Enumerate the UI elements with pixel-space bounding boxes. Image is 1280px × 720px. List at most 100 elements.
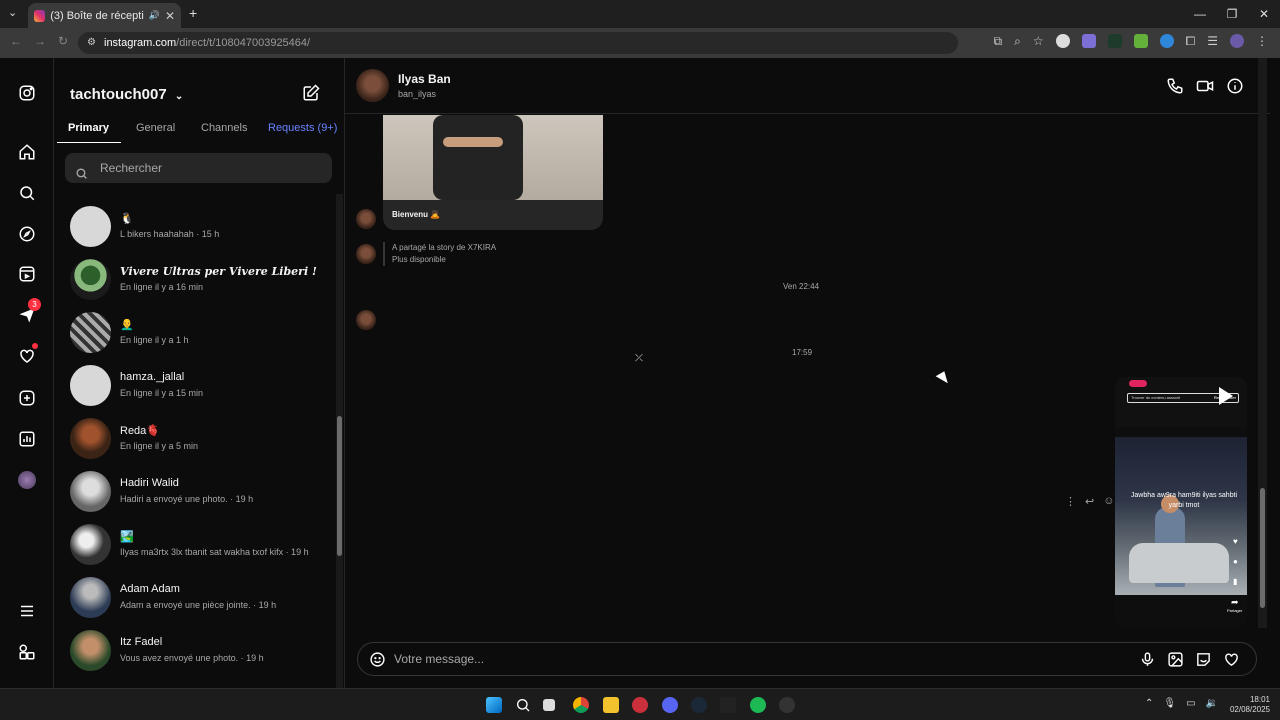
account-switcher[interactable]: tachtouch007 ⌄	[70, 86, 183, 103]
info-icon[interactable]	[1226, 77, 1244, 100]
conversation-name: Reda🫀	[120, 425, 160, 437]
conversation-item[interactable]: Itz Fadel Vous avez envoyé une photo. · …	[54, 624, 334, 677]
reply-icon[interactable]: ↩	[1085, 495, 1094, 508]
reels-icon[interactable]	[16, 263, 38, 285]
expand-icon[interactable]: ⤫	[635, 353, 643, 364]
scrollbar-thumb[interactable]	[1260, 488, 1265, 608]
extension-icon[interactable]	[1081, 34, 1096, 48]
extension-icon[interactable]	[1055, 34, 1070, 48]
like-icon: ♥	[1233, 537, 1238, 546]
app-icon[interactable]	[720, 697, 736, 713]
timestamp: Ven 22:44	[783, 282, 820, 291]
new-message-icon[interactable]	[302, 84, 320, 107]
conversation-item[interactable]: Reda🫀 En ligne il y a 5 min	[54, 412, 334, 465]
task-view-icon[interactable]	[543, 699, 555, 711]
bookmark-star-icon[interactable]: ☆	[1033, 34, 1044, 49]
search-icon[interactable]	[515, 697, 531, 713]
instagram-favicon-icon	[34, 9, 46, 22]
microphone-icon[interactable]	[1139, 651, 1156, 673]
composer-actions	[1139, 651, 1240, 673]
home-icon[interactable]	[16, 141, 38, 163]
conversation-item[interactable]: 👨‍🦲 En ligne il y a 1 h	[54, 306, 334, 359]
app-icon[interactable]	[632, 697, 648, 713]
site-info-icon[interactable]: ⚙	[87, 32, 96, 54]
image-icon[interactable]	[1167, 651, 1184, 673]
maximize-icon[interactable]: ❐	[1216, 0, 1248, 28]
conversation-item[interactable]: 𝑽𝒊𝒗𝒆𝒓𝒆 𝑼𝒍𝒕𝒓𝒂𝒔 𝒑𝒆𝒓 𝑽𝒊𝒗𝒆𝒓𝒆 𝑳𝒊𝒃𝒆𝒓𝒊 ! En lig…	[54, 253, 334, 306]
display-icon[interactable]: ▭	[1186, 698, 1195, 709]
emoji-icon[interactable]	[369, 651, 386, 673]
zoom-icon[interactable]: ⌕	[1014, 34, 1021, 49]
shared-photo[interactable]	[383, 115, 603, 200]
heart-icon[interactable]	[1223, 651, 1240, 673]
tab-primary[interactable]: Primary	[68, 122, 109, 134]
explore-icon[interactable]	[16, 223, 38, 245]
conversation-item[interactable]: Adam Adam Adam a envoyé une pièce jointe…	[54, 571, 334, 624]
profile-avatar-icon[interactable]	[1230, 34, 1244, 48]
browser-tab[interactable]: (3) Boîte de réception • Direct 🔊 ✕	[28, 3, 181, 28]
url-field[interactable]: ⚙ instagram.com/direct/t/108047003925464…	[78, 32, 958, 54]
minimize-icon[interactable]: —	[1184, 0, 1216, 28]
close-tab-icon[interactable]: ✕	[165, 9, 175, 23]
extension-icon[interactable]	[1159, 34, 1174, 48]
conversation-item[interactable]: Hadiri Walid Hadiri a envoyé une photo. …	[54, 465, 334, 518]
extension-icon[interactable]	[1107, 34, 1122, 48]
search-icon[interactable]	[16, 182, 38, 204]
conversation-item[interactable]: 🏞️ Ilyas ma3rtx 3lx tbanit sat wakha txo…	[54, 518, 334, 571]
play-icon[interactable]	[1219, 387, 1233, 405]
microphone-icon[interactable]: 🎙	[1163, 698, 1176, 709]
volume-icon[interactable]: 🔉	[1206, 698, 1218, 709]
forward-icon[interactable]: →	[34, 34, 46, 48]
dashboard-icon[interactable]	[16, 428, 38, 450]
file-explorer-icon[interactable]	[603, 697, 619, 713]
react-emoji-icon[interactable]: ☺	[1103, 495, 1114, 508]
video-call-icon[interactable]	[1196, 77, 1214, 100]
conversation-item[interactable]: hamza._jallal En ligne il y a 15 min	[54, 359, 334, 412]
sticker-icon[interactable]	[1195, 651, 1212, 673]
cast-icon[interactable]: ⧉	[994, 34, 1003, 49]
messages-icon[interactable]: 3	[16, 298, 41, 326]
browser-menu-icon[interactable]: ⋮	[1256, 34, 1268, 49]
clock[interactable]: 18:01 02/08/2025	[1230, 695, 1270, 715]
tab-list-chevron-icon[interactable]: ⌄	[8, 6, 17, 19]
tab-search-icon[interactable]: ☰	[1207, 34, 1218, 49]
more-options-icon[interactable]: ⋮	[1065, 495, 1076, 508]
reload-icon[interactable]: ↻	[58, 34, 68, 48]
chat-avatar[interactable]	[356, 69, 389, 102]
chevron-up-icon[interactable]: ⌃	[1145, 698, 1153, 709]
create-icon[interactable]	[16, 387, 38, 409]
tab-channels[interactable]: Channels	[201, 122, 247, 134]
inbox-scrollbar[interactable]	[336, 194, 343, 688]
extension-icon[interactable]	[1133, 34, 1148, 48]
conversation-item[interactable]: 🐧 L bikers haahahah · 15 h	[54, 200, 334, 253]
avatar	[70, 630, 111, 671]
windows-start-icon[interactable]	[486, 697, 502, 713]
message-input[interactable]	[394, 650, 1094, 668]
spotify-icon[interactable]	[750, 697, 766, 713]
search-input[interactable]: Rechercher	[65, 153, 332, 183]
back-icon[interactable]: ←	[10, 34, 22, 48]
chat-contact-name[interactable]: Ilyas Ban	[398, 72, 451, 86]
profile-avatar-icon[interactable]	[16, 469, 38, 491]
new-tab-icon[interactable]: +	[189, 5, 197, 21]
also-from-meta-icon[interactable]	[16, 641, 38, 663]
scrollbar-thumb[interactable]	[337, 416, 342, 556]
phone-call-icon[interactable]	[1166, 77, 1184, 100]
chrome-icon[interactable]	[573, 697, 589, 713]
avatar	[70, 312, 111, 353]
extensions-puzzle-icon[interactable]: ⧠	[1186, 34, 1196, 49]
steam-icon[interactable]	[691, 697, 707, 713]
notification-dot	[32, 343, 38, 349]
audio-icon[interactable]: 🔊	[149, 10, 160, 21]
story-reply[interactable]: A partagé la story de X7KIRA Plus dispon…	[383, 242, 496, 266]
discord-icon[interactable]	[662, 697, 678, 713]
close-window-icon[interactable]: ✕	[1248, 0, 1280, 28]
more-menu-icon[interactable]	[16, 600, 38, 622]
shared-reel[interactable]: Trouver du contenu associé Rechercher Ja…	[1115, 377, 1247, 627]
chat-scrollbar[interactable]	[1258, 58, 1267, 628]
tab-general[interactable]: General	[136, 122, 175, 134]
tab-requests[interactable]: Requests (9+)	[268, 122, 337, 134]
notifications-heart-icon[interactable]	[16, 343, 38, 367]
instagram-logo-icon[interactable]	[16, 82, 38, 104]
app-icon[interactable]	[779, 697, 795, 713]
